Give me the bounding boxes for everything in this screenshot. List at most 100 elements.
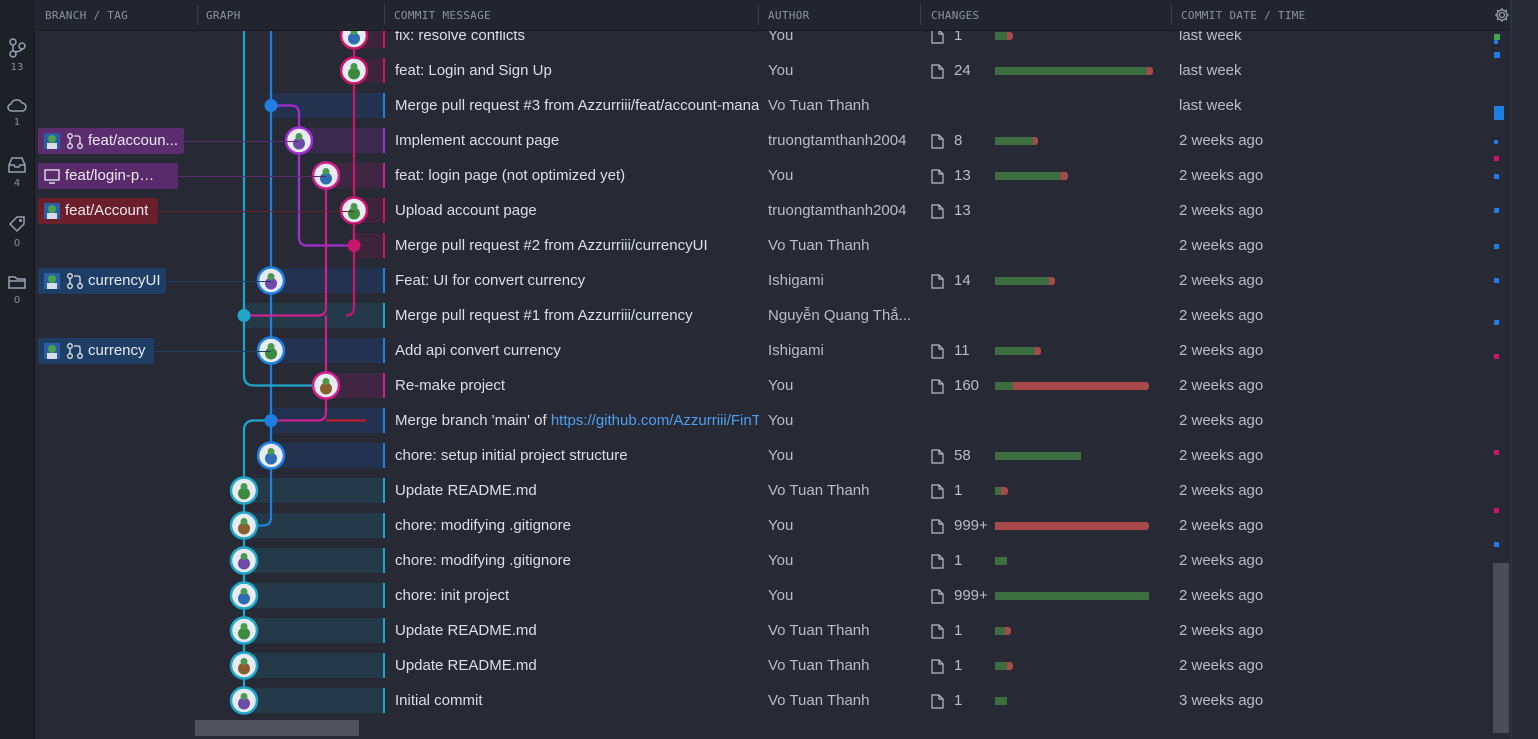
commit-avatar[interactable] — [229, 686, 259, 715]
additions-bar — [995, 382, 1013, 390]
commit-avatar[interactable] — [339, 56, 369, 85]
file-icon — [931, 589, 944, 604]
commit-avatar[interactable] — [311, 371, 341, 400]
changes-count: 1 — [954, 692, 963, 709]
changes-count: 24 — [954, 62, 971, 79]
commit-avatar[interactable] — [256, 441, 286, 470]
commit-message-cell[interactable]: chore: setup initial project structure — [383, 443, 759, 468]
graph-horizontal-scrollbar[interactable] — [195, 720, 359, 736]
settings-button[interactable] — [1494, 7, 1510, 27]
commit-message-cell[interactable]: feat: login page (not optimized yet) — [383, 163, 759, 188]
avatar-head — [295, 133, 303, 140]
merge-commit-dot[interactable] — [347, 239, 361, 252]
file-icon — [931, 624, 944, 639]
header-changes[interactable]: CHANGES — [931, 0, 979, 30]
file-icon — [931, 519, 944, 534]
minimap-mark — [1494, 156, 1499, 161]
header-separator[interactable] — [1171, 5, 1172, 25]
header-separator[interactable] — [920, 5, 921, 25]
commit-message-cell[interactable]: Merge pull request #3 from Azzurriii/fea… — [383, 93, 759, 118]
header-author[interactable]: AUTHOR — [768, 0, 810, 30]
header-commit-date[interactable]: COMMIT DATE / TIME — [1181, 0, 1306, 30]
commit-message: Add api convert currency — [395, 338, 561, 363]
deletions-bar — [995, 522, 1149, 530]
commit-message-text: Add api convert currency — [395, 342, 561, 359]
lane-color-bar — [383, 408, 385, 433]
lane-color-bar — [383, 303, 385, 328]
sidebar-tags[interactable]: 0 — [0, 214, 34, 249]
sidebar-stashes[interactable]: 4 — [0, 156, 34, 189]
branch-label-text: feat/Account — [65, 201, 149, 219]
sidebar-worktrees[interactable]: 0 — [0, 273, 34, 306]
changes-count: 999+ — [954, 587, 988, 604]
minimap-mark — [1494, 208, 1499, 213]
commit-avatar[interactable] — [229, 651, 259, 680]
merge-commit-dot[interactable] — [237, 309, 251, 322]
header-separator[interactable] — [384, 5, 385, 25]
branch-label[interactable]: currencyUI — [38, 267, 166, 294]
additions-bar — [995, 627, 1005, 635]
header-commit-message[interactable]: COMMIT MESSAGE — [394, 0, 491, 30]
avatar-head — [240, 483, 248, 490]
lane-color-bar — [383, 653, 385, 678]
deletions-bar — [1147, 67, 1153, 75]
merge-commit-dot[interactable] — [264, 99, 278, 112]
commit-message-cell[interactable]: Initial commit — [383, 688, 759, 713]
commit-message-cell[interactable]: Update README.md — [383, 478, 759, 503]
commit-message-cell[interactable]: Upload account page — [383, 198, 759, 223]
commit-avatar[interactable] — [229, 511, 259, 540]
commit-message-cell[interactable]: Re-make project — [383, 373, 759, 398]
sidebar-branches[interactable]: 13 — [0, 38, 34, 73]
commit-avatar[interactable] — [229, 581, 259, 610]
lane-color-bar — [383, 198, 385, 223]
commit-message-cell[interactable]: chore: modifying .gitignore — [383, 548, 759, 573]
lane-color-bar — [383, 58, 385, 83]
branch-label[interactable]: feat/Account — [38, 197, 158, 224]
commit-date: 2 weeks ago — [1179, 237, 1264, 254]
commit-author: Vo Tuan Thanh — [768, 622, 870, 639]
header-separator[interactable] — [758, 5, 759, 25]
merge-commit-dot[interactable] — [264, 414, 278, 427]
commit-message-cell[interactable]: Update README.md — [383, 653, 759, 678]
commit-message-cell[interactable]: Update README.md — [383, 618, 759, 643]
commit-author: You — [768, 587, 794, 604]
branch-label[interactable]: feat/login-page — [38, 162, 178, 189]
commit-message-text: chore: init project — [395, 587, 510, 604]
sidebar-remotes[interactable]: 1 — [0, 97, 34, 128]
changes-count: 160 — [954, 377, 980, 394]
additions-bar — [995, 172, 1061, 180]
commit-message-cell[interactable]: Add api convert currency — [383, 338, 759, 363]
commit-message-cell[interactable]: chore: init project — [383, 583, 759, 608]
commit-message-cell[interactable]: Merge pull request #1 from Azzurriii/cur… — [383, 303, 759, 328]
deletions-bar — [1035, 347, 1041, 355]
branch-label[interactable]: feat/accoun... — [38, 127, 184, 154]
additions-bar — [995, 32, 1007, 40]
commit-avatar[interactable] — [229, 616, 259, 645]
commit-message-cell[interactable]: Merge pull request #2 from Azzurriii/cur… — [383, 233, 759, 258]
remote-avatar-icon — [44, 342, 60, 359]
commit-message-cell[interactable]: Feat: UI for convert currency — [383, 268, 759, 293]
lane-color-bar — [383, 618, 385, 643]
avatar-head — [240, 553, 248, 560]
scrollbar-thumb[interactable] — [1493, 563, 1509, 733]
header-branch-tag[interactable]: BRANCH / TAG — [45, 0, 128, 30]
deletions-bar — [1049, 277, 1055, 285]
commit-message-text: feat: login page (not optimized yet) — [395, 167, 626, 184]
header-graph[interactable]: GRAPH — [206, 0, 241, 30]
branch-label[interactable]: currency — [38, 337, 154, 364]
commit-date: 2 weeks ago — [1179, 657, 1264, 674]
branch-icon — [9, 38, 26, 58]
commit-message-cell[interactable]: Implement account page — [383, 128, 759, 153]
file-icon — [931, 379, 944, 394]
commit-avatar[interactable] — [229, 546, 259, 575]
commit-author: truongtamthanh2004 — [768, 132, 907, 149]
commit-message-link[interactable]: https://github.com/Azzurriii/FinTrack — [551, 412, 759, 429]
header-separator[interactable] — [197, 5, 198, 25]
commit-message-cell[interactable]: feat: Login and Sign Up — [383, 58, 759, 83]
commit-message: Merge pull request #2 from Azzurriii/cur… — [395, 233, 708, 258]
avatar-head — [240, 623, 248, 630]
commit-message-cell[interactable]: chore: modifying .gitignore — [383, 513, 759, 538]
computer-icon — [44, 168, 60, 184]
commit-message-cell[interactable]: Merge branch 'main' of https://github.co… — [383, 408, 759, 433]
commit-avatar[interactable] — [229, 476, 259, 505]
